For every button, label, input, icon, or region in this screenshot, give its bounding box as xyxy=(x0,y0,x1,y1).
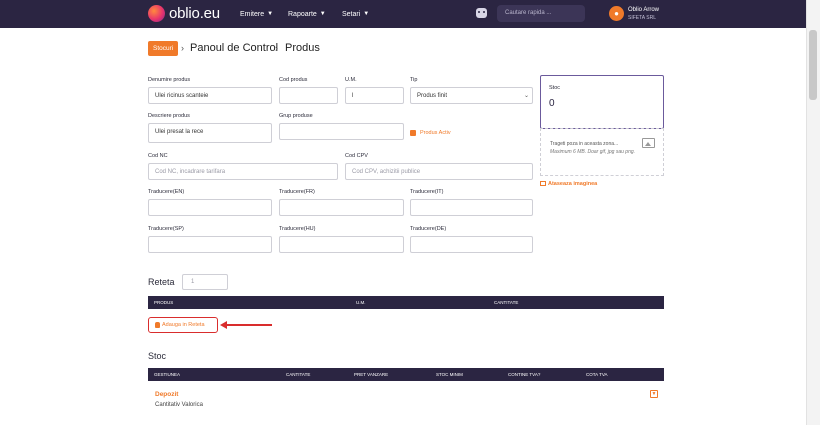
tip-select[interactable]: Produs finit xyxy=(410,87,533,104)
breadcrumb-panou[interactable]: Panoul de Control xyxy=(190,42,278,54)
add-to-reteta-button[interactable]: Adauga in Reteta xyxy=(148,317,218,333)
descriere-field[interactable]: Ulei presat la rece xyxy=(148,123,272,143)
breadcrumb-badge[interactable]: Stocuri xyxy=(148,41,179,56)
um-field[interactable]: l xyxy=(345,87,404,104)
gestiune-type: Cantitativ Valorica xyxy=(155,402,203,408)
produs-activ-label[interactable]: Produs Activ xyxy=(420,130,451,136)
traducere-en-label: Traducere(EN) xyxy=(148,189,185,195)
dropzone-limits: Maximum 6 MB. Doar gif, jpg sau png. xyxy=(550,149,636,155)
col-gestiunea: GESTIUNEA xyxy=(154,372,181,377)
cod-produs-label: Cod produs xyxy=(279,77,308,83)
add-to-reteta-label: Adauga in Reteta xyxy=(162,322,205,328)
traducere-en-field[interactable] xyxy=(148,199,272,216)
nav-label: Setari xyxy=(342,10,361,18)
traducere-it-field[interactable] xyxy=(410,199,533,216)
traducere-hu-label: Traducere(HU) xyxy=(279,226,316,232)
tip-label: Tip xyxy=(410,77,418,83)
user-icon xyxy=(155,322,160,328)
um-label: U.M. xyxy=(345,77,357,83)
stoc-card-title: Stoc xyxy=(549,85,561,91)
descriere-label: Descriere produs xyxy=(148,113,190,119)
denumire-label: Denumire produs xyxy=(148,77,191,83)
col-cantitate: CANTITATE xyxy=(494,300,519,305)
image-dropzone[interactable]: Trageti poza in aceasta zona... Maximum … xyxy=(540,128,664,176)
traducere-de-field[interactable] xyxy=(410,236,533,253)
nav-label: Emitere xyxy=(240,10,265,18)
cod-nc-field[interactable]: Cod NC, incadrare tarifara xyxy=(148,163,338,180)
user-name[interactable]: Oblio Arrow xyxy=(628,7,659,13)
user-avatar-icon[interactable]: ● xyxy=(609,6,624,21)
attach-image-label: Ataseaza imaginea xyxy=(548,181,598,187)
chevron-down-icon: ⌄ xyxy=(524,93,530,99)
annotation-arrow xyxy=(226,324,272,326)
cod-cpv-label: Cod CPV xyxy=(345,153,368,159)
traducere-it-label: Traducere(IT) xyxy=(410,189,444,195)
top-navbar: oblio.eu Emitere ▼ Rapoarte ▼ Setari ▼ Caut… xyxy=(0,0,806,28)
grup-field[interactable] xyxy=(279,123,404,140)
breadcrumb-separator-icon: › xyxy=(275,43,278,53)
nav-emitere[interactable]: Emitere ▼ xyxy=(240,0,273,28)
chevron-down-icon: ▼ xyxy=(319,11,326,17)
col-pret-vanzare: PRET VANZARE xyxy=(354,372,389,377)
breadcrumb-separator-icon: › xyxy=(181,43,184,53)
cod-nc-label: Cod NC xyxy=(148,153,168,159)
col-um: U.M. xyxy=(356,300,366,305)
stoc-table-header: GESTIUNEA CANTITATE PRET VANZARE STOC MI… xyxy=(148,368,664,381)
nav-label: Rapoarte xyxy=(288,10,317,18)
denumire-field[interactable]: Ulei ricinus scanteie xyxy=(148,87,272,104)
image-icon xyxy=(540,181,546,186)
col-cota-tva: COTA TVA xyxy=(586,372,608,377)
chevron-down-icon: ▼ xyxy=(267,11,274,17)
traducere-sp-label: Traducere(SP) xyxy=(148,226,184,232)
traducere-fr-label: Traducere(FR) xyxy=(279,189,315,195)
logo-text: oblio.eu xyxy=(169,5,220,22)
traducere-fr-field[interactable] xyxy=(279,199,404,216)
cod-cpv-field[interactable]: Cod CPV, achizitii publice xyxy=(345,163,533,180)
reteta-title: Reteta xyxy=(148,277,175,287)
stoc-section-title: Stoc xyxy=(148,351,167,361)
chevron-down-icon: ▼ xyxy=(363,11,370,17)
robot-icon[interactable] xyxy=(476,8,487,18)
traducere-sp-field[interactable] xyxy=(148,236,272,253)
scrollbar-thumb[interactable] xyxy=(809,30,817,100)
stoc-card: Stoc 0 xyxy=(540,75,664,129)
col-produs: PRODUS xyxy=(154,300,174,305)
attach-image-link[interactable]: Ataseaza imaginea xyxy=(540,181,597,187)
logo-mark-icon xyxy=(148,5,165,22)
grup-label: Grup produse xyxy=(279,113,313,119)
reteta-qty-input[interactable]: 1 xyxy=(182,274,228,290)
gestiune-name[interactable]: Depozit xyxy=(155,391,178,398)
page-title: Produs xyxy=(285,42,320,54)
cod-produs-field[interactable] xyxy=(279,87,338,104)
dropzone-hint: Trageti poza in aceasta zona... xyxy=(550,141,619,147)
nav-setari[interactable]: Setari ▼ xyxy=(342,0,369,28)
produs-activ-checkbox[interactable] xyxy=(410,130,416,136)
nav-rapoarte[interactable]: Rapoarte ▼ xyxy=(288,0,326,28)
traducere-hu-field[interactable] xyxy=(279,236,404,253)
image-icon xyxy=(642,138,655,148)
reteta-table-header: PRODUS U.M. CANTITATE xyxy=(148,296,664,309)
traducere-de-label: Traducere(DE) xyxy=(410,226,447,232)
col-contine-tva: CONTINE TVA? xyxy=(508,372,541,377)
search-input[interactable]: Cautare rapida ... xyxy=(497,5,585,22)
col-stoc-minim: STOC MINIM xyxy=(436,372,463,377)
col-cantitate: CANTITATE xyxy=(286,372,311,377)
user-company: SIFETA SRL xyxy=(628,15,656,21)
chevron-down-icon[interactable]: ▼ xyxy=(650,390,658,398)
stoc-card-value: 0 xyxy=(549,98,555,109)
logo[interactable]: oblio.eu xyxy=(148,5,220,22)
